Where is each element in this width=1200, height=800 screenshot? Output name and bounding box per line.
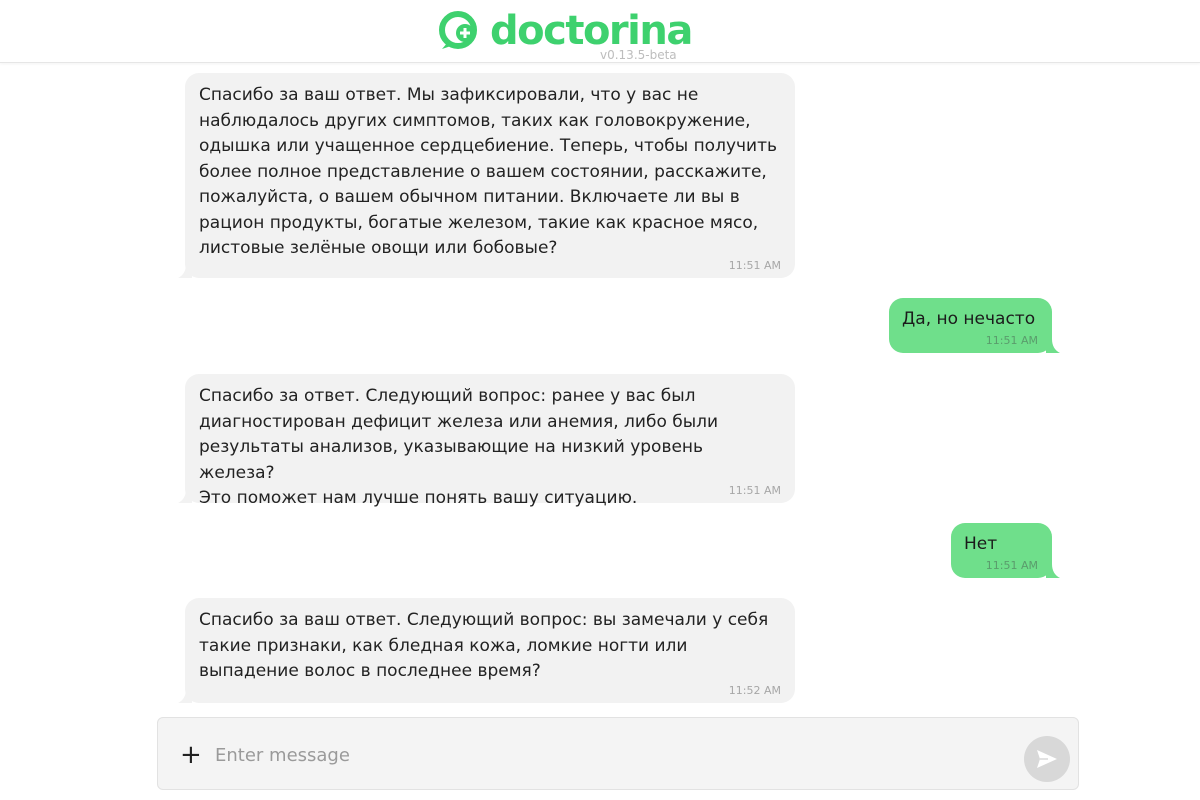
message-input[interactable] <box>213 741 997 769</box>
message-timestamp: 11:52 AM <box>728 684 781 697</box>
app-version: v0.13.5-beta <box>600 48 677 62</box>
message-text: Нет <box>964 534 998 554</box>
message-timestamp: 11:51 AM <box>985 559 1038 572</box>
user-message: Да, но нечасто 11:51 AM <box>889 298 1060 353</box>
bot-message: Спасибо за ваш ответ. Мы зафиксировали, … <box>178 73 795 278</box>
send-button[interactable] <box>1024 736 1070 782</box>
send-icon <box>1037 750 1057 768</box>
app-header: doctorina v0.13.5-beta <box>0 0 1200 63</box>
message-timestamp: 11:51 AM <box>985 334 1038 347</box>
doctorina-logo-icon <box>439 11 477 49</box>
message-composer: + <box>157 717 1079 790</box>
message-text: Спасибо за ваш ответ. Мы зафиксировали, … <box>199 85 778 258</box>
bot-message: Спасибо за ваш ответ. Следующий вопрос: … <box>178 598 795 703</box>
message-text: Спасибо за ваш ответ. Следующий вопрос: … <box>199 610 769 681</box>
plus-icon[interactable]: + <box>180 742 202 768</box>
bubble-tail-icon <box>178 489 192 503</box>
message-text: Спасибо за ответ. Следующий вопрос: ране… <box>199 386 719 508</box>
message-timestamp: 11:51 AM <box>728 259 781 272</box>
bubble-tail-icon <box>1046 339 1060 353</box>
bubble-tail-icon <box>178 264 192 278</box>
doctorina-logo[interactable]: doctorina <box>438 8 693 54</box>
message-timestamp: 11:51 AM <box>728 484 781 497</box>
logo-text: doctorina <box>490 8 693 54</box>
bubble-tail-icon <box>1046 564 1060 578</box>
bot-message: Спасибо за ответ. Следующий вопрос: ране… <box>178 374 795 508</box>
message-text: Да, но нечасто <box>902 309 1036 329</box>
bubble-tail-icon <box>178 689 192 703</box>
user-message: Нет 11:51 AM <box>951 523 1060 578</box>
